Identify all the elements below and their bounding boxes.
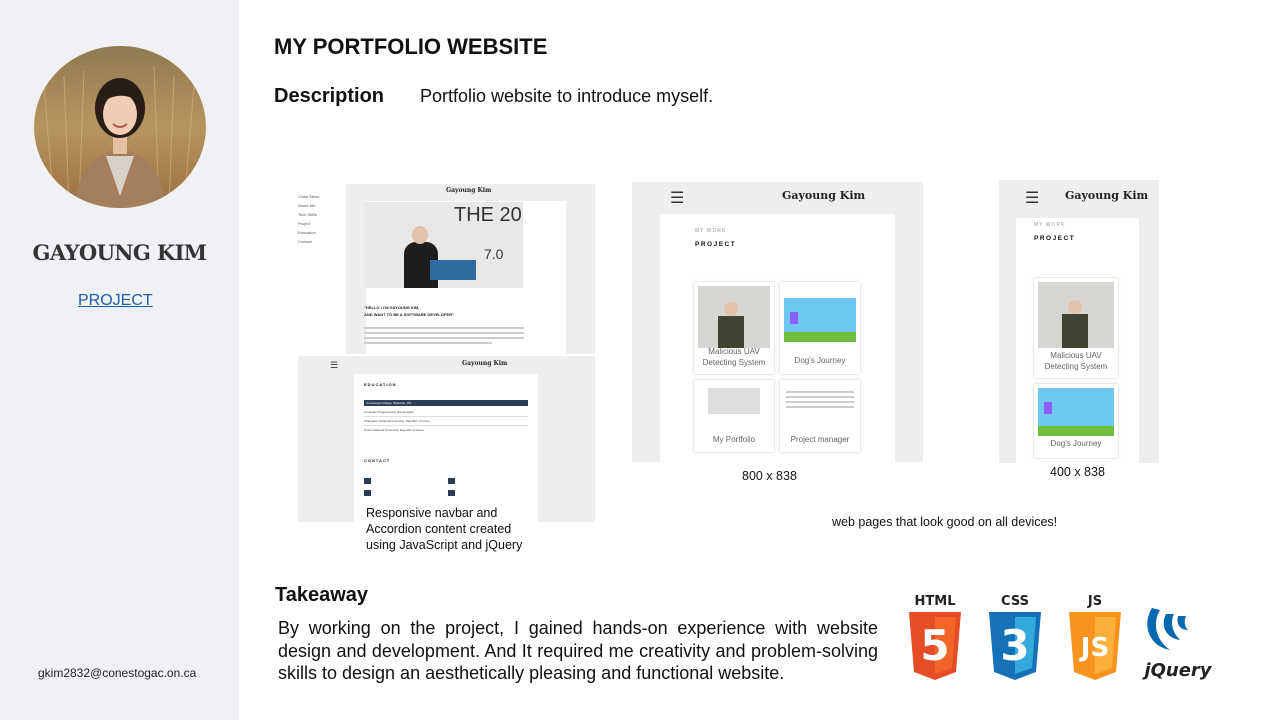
linkedin-icon[interactable] xyxy=(448,490,455,496)
hello-line: AND WANT TO BE A SOFTWARE DEVELOPER" xyxy=(364,312,454,317)
card-label: Malicious UAV Detecting System xyxy=(702,347,766,367)
svg-text:JS: JS xyxy=(1079,633,1109,663)
nav-item[interactable]: Project xyxy=(298,219,342,228)
my-work-label: MY WORK xyxy=(695,228,727,234)
intro-paragraph xyxy=(364,324,524,348)
nav-item[interactable]: About Me xyxy=(298,201,342,210)
email-icon[interactable] xyxy=(364,478,371,484)
accordion-item[interactable]: Changwon National University, Republic o… xyxy=(364,416,528,425)
takeaway-label: Takeaway xyxy=(275,584,369,606)
podium xyxy=(430,260,476,280)
sidebar: GAYOUNG KIM PROJECT gkim2832@conestogac.… xyxy=(0,0,239,720)
phone-icon[interactable] xyxy=(448,478,455,484)
tech-label: HTML xyxy=(914,594,956,609)
education-heading: EDUCATION xyxy=(364,382,397,387)
banner-text: THE 20 xyxy=(454,204,522,226)
content-panel: MY WORK PROJECT Malicious UAV Detecting S… xyxy=(1016,218,1139,463)
accordion-list: Computer Programming and Analysis Changw… xyxy=(364,408,528,434)
card-label: Dog's Journey xyxy=(794,356,846,365)
hello-text: "HELLO ! I'M GAYOUNG KIM, AND WANT TO BE… xyxy=(364,304,454,318)
card-label: Project manager xyxy=(790,435,850,444)
svg-text:3: 3 xyxy=(1000,621,1029,670)
person-head xyxy=(412,226,428,244)
tech-label: JS xyxy=(1087,594,1103,609)
project-card-uav[interactable]: Malicious UAV Detecting System xyxy=(1034,278,1118,378)
nav-item[interactable]: Close Menu xyxy=(298,192,342,201)
card-image xyxy=(1038,282,1114,348)
size-caption-800: 800 x 838 xyxy=(742,469,797,483)
desktop-right-gutter xyxy=(566,201,595,354)
caption-line: Accordion content created xyxy=(366,522,512,536)
tablet-screenshot: ☰ Gayoung Kim MY WORK PROJECT Malicious … xyxy=(632,182,923,462)
side-nav: Close Menu About Me Tech Skills Project … xyxy=(298,192,342,246)
hamburger-icon[interactable]: ☰ xyxy=(670,188,684,208)
project-card-uav[interactable]: Malicious UAV Detecting System xyxy=(694,282,774,374)
project-card-my-portfolio[interactable]: My Portfolio xyxy=(694,380,774,452)
page-title: MY PORTFOLIO WEBSITE xyxy=(274,34,548,59)
content-panel: EDUCATION Conestoga College, Waterloo, O… xyxy=(354,374,538,522)
card-image xyxy=(708,388,760,414)
accordion-header[interactable]: Conestoga College, Waterloo, ON xyxy=(364,400,528,406)
nav-item[interactable]: Education xyxy=(298,228,342,237)
nav-item[interactable]: Contact xyxy=(298,237,342,246)
project-link[interactable]: PROJECT xyxy=(78,292,153,310)
card-label: My Portfolio xyxy=(712,435,756,444)
project-card-project-manager[interactable]: Project manager xyxy=(780,380,860,452)
tech-label: CSS xyxy=(1001,594,1029,609)
card-image xyxy=(784,298,856,342)
nav-item[interactable]: Tech Skills xyxy=(298,210,342,219)
github-icon[interactable] xyxy=(364,490,371,496)
avatar xyxy=(34,46,206,208)
card-image xyxy=(786,388,854,428)
desktop-screenshot-top: Gayoung Kim Close Menu About Me Tech Ski… xyxy=(296,184,595,354)
takeaway-text: By working on the project, I gained hand… xyxy=(278,618,878,683)
content-panel: MY WORK PROJECT Malicious UAV Detecting S… xyxy=(660,214,895,462)
hello-line: "HELLO ! I'M GAYOUNG KIM, xyxy=(364,305,420,310)
banner-text-2: 7.0 xyxy=(484,246,504,262)
description-label: Description xyxy=(274,85,385,107)
site-name: Gayoung Kim xyxy=(782,189,866,202)
project-heading: PROJECT xyxy=(1034,235,1076,242)
card-label: Malicious UAV Detecting System xyxy=(1044,351,1108,371)
devices-caption: web pages that look good on all devices! xyxy=(832,515,1058,529)
profile-name: GAYOUNG KIM xyxy=(32,240,208,265)
desktop-left-gutter xyxy=(346,201,366,354)
banner-photo: THE 20 7.0 xyxy=(364,202,523,288)
card-image xyxy=(698,286,770,348)
card-image xyxy=(1038,388,1114,436)
accordion-item[interactable]: Computer Programming and Analysis xyxy=(364,408,528,416)
contact-heading: CONTACT xyxy=(364,458,391,463)
responsive-caption: Responsive navbar and Accordion content … xyxy=(366,505,522,553)
site-name: Gayoung Kim xyxy=(462,360,508,367)
site-name: Gayoung Kim xyxy=(1065,189,1149,202)
my-work-label: MY WORK xyxy=(1034,222,1066,228)
email-address: gkim2832@conestogac.on.ca xyxy=(38,666,197,680)
svg-text:jQuery: jQuery xyxy=(1141,660,1212,681)
size-caption-400: 400 x 838 xyxy=(1050,465,1105,479)
hamburger-icon[interactable]: ☰ xyxy=(330,360,338,371)
caption-line: Responsive navbar and xyxy=(366,506,498,520)
accordion-item[interactable]: Pusan National University, Republic of K… xyxy=(364,425,528,434)
jquery-icon: jQuery xyxy=(1138,600,1218,687)
mobile-screenshot: ☰ Gayoung Kim MY WORK PROJECT Malicious … xyxy=(999,180,1159,463)
caption-line: using JavaScript and jQuery xyxy=(366,538,523,552)
desktop-screenshot-bottom: ☰ Gayoung Kim EDUCATION Conestoga Colleg… xyxy=(298,356,595,522)
site-name: Gayoung Kim xyxy=(446,187,492,194)
svg-text:5: 5 xyxy=(920,621,949,670)
project-heading: PROJECT xyxy=(695,241,737,248)
description-text: Portfolio website to introduce myself. xyxy=(420,86,714,106)
project-card-dogs-journey[interactable]: Dog's Journey xyxy=(1034,384,1118,458)
project-card-dogs-journey[interactable]: Dog's Journey xyxy=(780,282,860,374)
hamburger-icon[interactable]: ☰ xyxy=(1025,188,1039,208)
card-label: Dog's Journey xyxy=(1050,439,1102,448)
